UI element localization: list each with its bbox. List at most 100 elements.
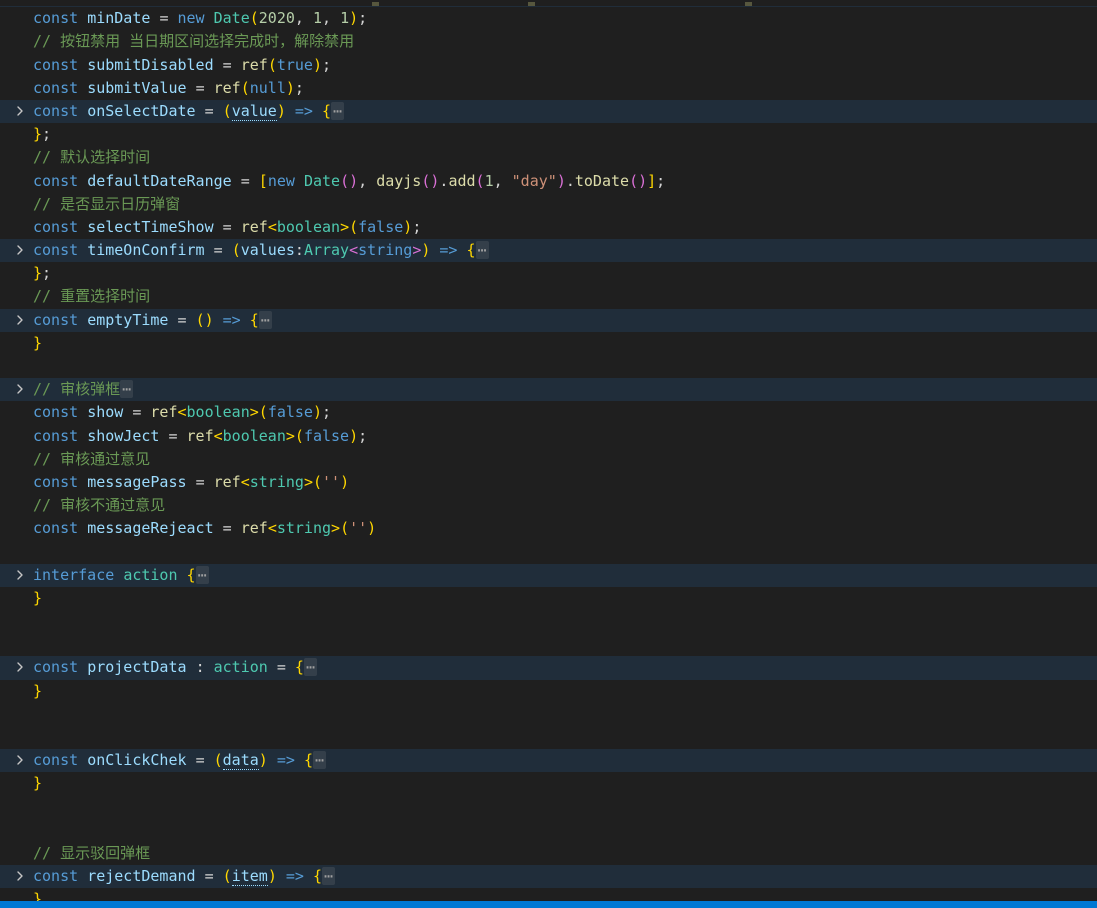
code-line[interactable]: const submitDisabled = ref(true); [0, 54, 1097, 77]
token-py: } [33, 774, 43, 793]
code-line[interactable]: const emptyTime = () => {⋯ [0, 308, 1097, 332]
code-line[interactable]: // 显示驳回弹框 [0, 842, 1097, 865]
chevron-right-icon[interactable] [13, 239, 27, 262]
code-line[interactable]: } [0, 332, 1097, 355]
code-line[interactable]: // 审核不通过意见 [0, 494, 1097, 517]
token-id: show [87, 403, 133, 422]
token-kw: const [33, 9, 88, 28]
code-line[interactable]: } [0, 587, 1097, 610]
code-line[interactable] [0, 726, 1097, 749]
code-line[interactable]: } [0, 680, 1097, 703]
code-line[interactable] [0, 633, 1097, 656]
code-line[interactable]: const onClickChek = (data) => {⋯ [0, 749, 1097, 773]
token-py: ( [349, 217, 359, 236]
code-line[interactable]: } [0, 772, 1097, 795]
token-py: ( [249, 9, 259, 28]
code-line[interactable]: }; [0, 123, 1097, 146]
code-line[interactable]: const messagePass = ref<string>('') [0, 471, 1097, 494]
code-line[interactable]: const show = ref<boolean>(false); [0, 401, 1097, 424]
token-id: item [231, 867, 268, 887]
token-typ: Date [213, 9, 250, 28]
code-line[interactable] [0, 355, 1097, 378]
code-line-text: // 重置选择时间 [0, 285, 1097, 308]
code-line[interactable]: const selectTimeShow = ref<boolean>(fals… [0, 216, 1097, 239]
code-line[interactable] [0, 703, 1097, 726]
chevron-right-icon[interactable] [13, 749, 27, 772]
code-line-text: const rejectDemand = (item) => {⋯ [0, 865, 1097, 888]
chevron-right-icon[interactable] [13, 865, 27, 888]
line-number-gutter [0, 170, 12, 193]
token-py: ) [204, 310, 214, 329]
token-kw: const [33, 241, 88, 260]
code-line[interactable]: const submitValue = ref(null); [0, 77, 1097, 100]
code-line[interactable]: const rejectDemand = (item) => {⋯ [0, 865, 1097, 889]
token-chip: ⋯ [258, 310, 272, 329]
token-op: = [204, 101, 223, 120]
token-id: submitValue [87, 78, 196, 97]
token-num: 1 [312, 9, 322, 28]
token-op: ; [322, 55, 332, 74]
token-kw: const [33, 867, 88, 886]
token-kw: interface [33, 565, 124, 584]
token-op: : [195, 658, 214, 677]
token-py: ( [258, 403, 268, 422]
chevron-right-icon[interactable] [13, 378, 27, 401]
code-editor[interactable]: // 申请时间 下拉框 选项⋯const minDate = new Date(… [0, 0, 1097, 908]
status-bar[interactable] [0, 901, 1097, 908]
code-line[interactable]: // 是否显示日历弹窗 [0, 193, 1097, 216]
code-content[interactable]: // 申请时间 下拉框 选项⋯const minDate = new Date(… [0, 0, 1097, 908]
code-line[interactable]: // 重置选择时间 [0, 285, 1097, 308]
code-line[interactable]: // 审核弹框 ⋯ [0, 378, 1097, 402]
code-line[interactable]: // 按钮禁用 当日期区间选择完成时，解除禁用 [0, 30, 1097, 53]
code-line[interactable]: const minDate = new Date(2020, 1, 1); [0, 7, 1097, 30]
token-cmt: // 是否显示日历弹窗 [33, 194, 181, 213]
code-line[interactable] [0, 819, 1097, 842]
code-line[interactable]: const showJect = ref<boolean>(false); [0, 425, 1097, 448]
line-number-gutter [0, 54, 12, 77]
line-number-gutter [0, 100, 12, 123]
token-op: = [222, 55, 241, 74]
token-id: onClickChek [87, 751, 196, 770]
line-number-gutter [0, 749, 12, 772]
token-pp: ( [340, 171, 350, 190]
token-kw: const [33, 472, 88, 491]
code-line[interactable]: const onSelectDate = (value) => {⋯ [0, 99, 1097, 124]
token-id: rejectDemand [87, 867, 205, 886]
code-line[interactable]: // 审核通过意见 [0, 448, 1097, 471]
code-line[interactable]: const messageRejeact = ref<string>('') [0, 517, 1097, 540]
code-line[interactable]: const defaultDateRange = [new Date(), da… [0, 170, 1097, 193]
token-arr: => [276, 867, 313, 886]
code-line[interactable]: // 默认选择时间 [0, 146, 1097, 169]
code-line-text: const messagePass = ref<string>('') [0, 471, 1097, 494]
token-py: > [340, 217, 350, 236]
token-kw: false [303, 426, 350, 445]
token-arr: => [267, 751, 304, 770]
chevron-right-icon[interactable] [13, 309, 27, 332]
line-number-gutter [0, 680, 12, 703]
token-id: data [222, 751, 259, 771]
token-py: { [322, 101, 332, 120]
code-line[interactable]: interface action {⋯ [0, 563, 1097, 587]
line-number-gutter [0, 865, 12, 888]
token-typ: boolean [222, 426, 286, 445]
token-typ: string [249, 472, 304, 491]
token-op: , [322, 9, 341, 28]
token-py: { [303, 751, 313, 770]
chevron-right-icon[interactable] [13, 656, 27, 679]
line-number-gutter [0, 401, 12, 424]
code-line[interactable]: const projectData : action = {⋯ [0, 656, 1097, 680]
line-number-gutter [0, 355, 12, 378]
token-py: ( [312, 472, 322, 491]
token-op: = [159, 9, 178, 28]
line-number-gutter [0, 193, 12, 216]
token-op: ; [322, 403, 332, 422]
code-line[interactable]: const timeOnConfirm = (values:Array<stri… [0, 239, 1097, 263]
code-line[interactable]: }; [0, 262, 1097, 285]
code-line-text: const onClickChek = (data) => {⋯ [0, 749, 1097, 772]
chevron-right-icon[interactable] [13, 564, 27, 587]
code-line[interactable] [0, 796, 1097, 819]
token-py: > [303, 472, 313, 491]
chevron-right-icon[interactable] [13, 100, 27, 123]
code-line[interactable] [0, 610, 1097, 633]
code-line[interactable] [0, 541, 1097, 564]
